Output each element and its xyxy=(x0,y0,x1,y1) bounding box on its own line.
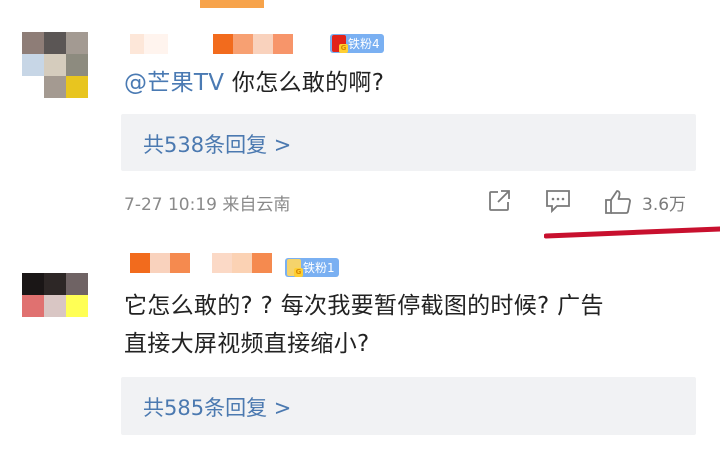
repost-button[interactable] xyxy=(486,188,512,218)
badge-label: 铁粉1 xyxy=(303,261,335,275)
replies-link[interactable]: 共538条回复 > xyxy=(143,129,291,159)
badge-label: 铁粉4 xyxy=(348,37,380,51)
thumbs-up-icon xyxy=(605,190,631,214)
comment-meta: 7-27 10:19 来自云南 xyxy=(124,195,291,215)
replies-link[interactable]: 共585条回复 > xyxy=(143,392,291,422)
like-button[interactable] xyxy=(603,188,633,220)
like-count: 3.6万 xyxy=(642,195,687,215)
avatar[interactable] xyxy=(22,251,88,317)
comment-line-1: 它怎么敢的? ? 每次我要暂停截图的时候? 广告 xyxy=(124,293,604,319)
replies-panel[interactable]: 共585条回复 > xyxy=(121,377,696,435)
comment-body: 你怎么敢的啊? xyxy=(224,70,385,96)
red-marker-underline xyxy=(544,226,720,239)
avatar[interactable] xyxy=(22,32,88,98)
username-redacted[interactable] xyxy=(130,253,272,273)
comment-button[interactable] xyxy=(544,188,572,218)
top-cropped-element xyxy=(200,0,264,8)
mention-link[interactable]: @芒果TV xyxy=(124,70,224,96)
comment-text: @芒果TV 你怎么敢的啊? xyxy=(124,66,384,100)
username-redacted[interactable] xyxy=(130,34,293,54)
share-arrow-icon xyxy=(489,190,510,211)
comment-text: 它怎么敢的? ? 每次我要暂停截图的时候? 广告 直接大屏视频直接缩小? xyxy=(124,289,604,361)
comment-line-2: 直接大屏视频直接缩小? xyxy=(124,331,370,357)
fan-level-badge[interactable]: G 铁粉1 xyxy=(285,258,339,277)
comment-bubble-icon xyxy=(546,190,570,214)
fan-level-badge[interactable]: G 铁粉4 xyxy=(330,34,384,53)
fan-badge-icon: G xyxy=(332,35,348,53)
replies-panel[interactable]: 共538条回复 > xyxy=(121,114,696,171)
fan-badge-icon: G xyxy=(287,259,303,277)
